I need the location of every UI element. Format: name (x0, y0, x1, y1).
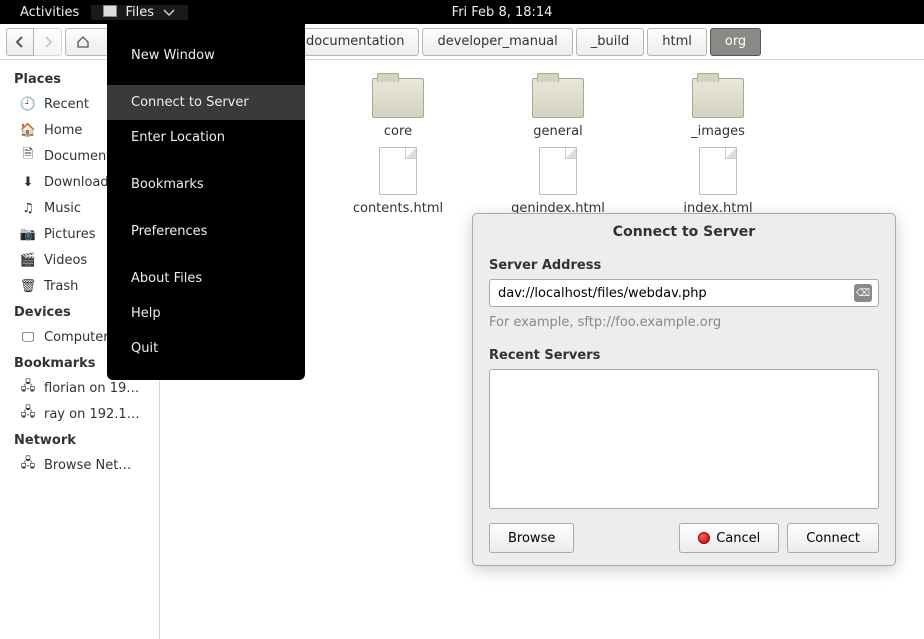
menu-about[interactable]: About Files (107, 261, 305, 296)
activities-button[interactable]: Activities (8, 5, 91, 20)
sidebar-item-label: Videos (44, 253, 87, 268)
file-item-folder[interactable]: _images (658, 78, 778, 139)
home-icon (76, 36, 90, 48)
breadcrumb-build[interactable]: _build (576, 28, 644, 56)
breadcrumb-org[interactable]: org (710, 28, 761, 56)
menu-preferences[interactable]: Preferences (107, 214, 305, 249)
sidebar-header-network: Network (0, 427, 159, 452)
menu-quit[interactable]: Quit (107, 331, 305, 366)
chevron-down-icon (162, 9, 176, 16)
sidebar-item-label: Pictures (44, 227, 95, 242)
file-label: _images (691, 124, 745, 139)
recent-servers-label: Recent Servers (489, 348, 879, 363)
menu-help[interactable]: Help (107, 296, 305, 331)
sidebar-item-label: florian on 19… (44, 381, 139, 396)
back-button[interactable] (6, 28, 34, 56)
connect-button[interactable]: Connect (787, 523, 879, 553)
breadcrumb-html[interactable]: html (647, 28, 707, 56)
sidebar-item-label: ray on 192.1… (44, 407, 140, 422)
video-icon: 🎬 (20, 252, 36, 268)
nav-group (6, 28, 62, 56)
files-icon (103, 5, 117, 17)
app-menu-files[interactable]: Files (91, 5, 188, 20)
clear-input-button[interactable]: ⌫ (854, 284, 872, 302)
stop-icon (698, 532, 710, 544)
file-item-folder[interactable]: core (338, 78, 458, 139)
download-icon: ⬇ (20, 174, 36, 190)
computer-icon: 🖵 (20, 329, 36, 345)
menu-connect-to-server[interactable]: Connect to Server (107, 85, 305, 120)
camera-icon: 📷 (20, 226, 36, 242)
menu-new-window[interactable]: New Window (107, 38, 305, 73)
home-icon: 🏠 (20, 122, 36, 138)
server-address-label: Server Address (489, 258, 879, 273)
sidebar-item-label: Downloads (44, 175, 115, 190)
documents-icon: 🗎 (20, 148, 36, 164)
document-icon (539, 147, 577, 195)
sidebar-item-label: Music (44, 201, 81, 216)
file-label: core (384, 124, 412, 139)
file-item-doc[interactable]: index.html (658, 147, 778, 216)
folder-icon (532, 78, 584, 118)
music-icon: ♫ (20, 200, 36, 216)
breadcrumb-documentation[interactable]: documentation (291, 28, 419, 56)
sidebar-item-label: Recent (44, 97, 89, 112)
file-item-doc[interactable]: genindex.html (498, 147, 618, 216)
sidebar-item-bookmark-ray[interactable]: 🖧 ray on 192.1… (0, 401, 159, 427)
file-item-folder[interactable]: general (498, 78, 618, 139)
dialog-title: Connect to Server (473, 214, 895, 250)
breadcrumb-developer-manual[interactable]: developer_manual (422, 28, 572, 56)
menu-bookmarks[interactable]: Bookmarks (107, 167, 305, 202)
app-menu-dropdown: New Window Connect to Server Enter Locat… (107, 24, 305, 380)
cancel-button[interactable]: Cancel (679, 523, 779, 553)
trash-icon: 🗑 (20, 278, 36, 294)
sidebar-item-label: Browse Net… (44, 458, 131, 473)
folder-icon (372, 78, 424, 118)
folder-icon (692, 78, 744, 118)
clock[interactable]: Fri Feb 8, 18:14 (440, 5, 565, 20)
server-icon: 🖧 (20, 406, 36, 422)
connect-to-server-dialog: Connect to Server Server Address ⌫ For e… (472, 213, 896, 566)
recent-servers-list[interactable] (489, 369, 879, 509)
file-label: general (533, 124, 582, 139)
network-icon: 🖧 (20, 457, 36, 473)
sidebar-item-label: Computer (44, 330, 109, 345)
clock-icon: 🕘 (20, 96, 36, 112)
cancel-label: Cancel (716, 531, 760, 546)
document-icon (379, 147, 417, 195)
document-icon (699, 147, 737, 195)
menu-enter-location[interactable]: Enter Location (107, 120, 305, 155)
file-item-doc[interactable]: contents.html (338, 147, 458, 216)
server-address-input[interactable] (498, 286, 854, 301)
forward-button[interactable] (34, 28, 62, 56)
browse-button[interactable]: Browse (489, 523, 574, 553)
server-address-field[interactable]: ⌫ (489, 279, 879, 307)
sidebar-item-browse-network[interactable]: 🖧 Browse Net… (0, 452, 159, 478)
server-icon: 🖧 (20, 380, 36, 396)
server-address-hint: For example, sftp://foo.example.org (489, 315, 879, 330)
sidebar-item-label: Home (44, 123, 82, 138)
sidebar-item-label: Trash (44, 279, 78, 294)
file-label: contents.html (353, 201, 443, 216)
top-panel: Activities Files Fri Feb 8, 18:14 (0, 0, 924, 24)
